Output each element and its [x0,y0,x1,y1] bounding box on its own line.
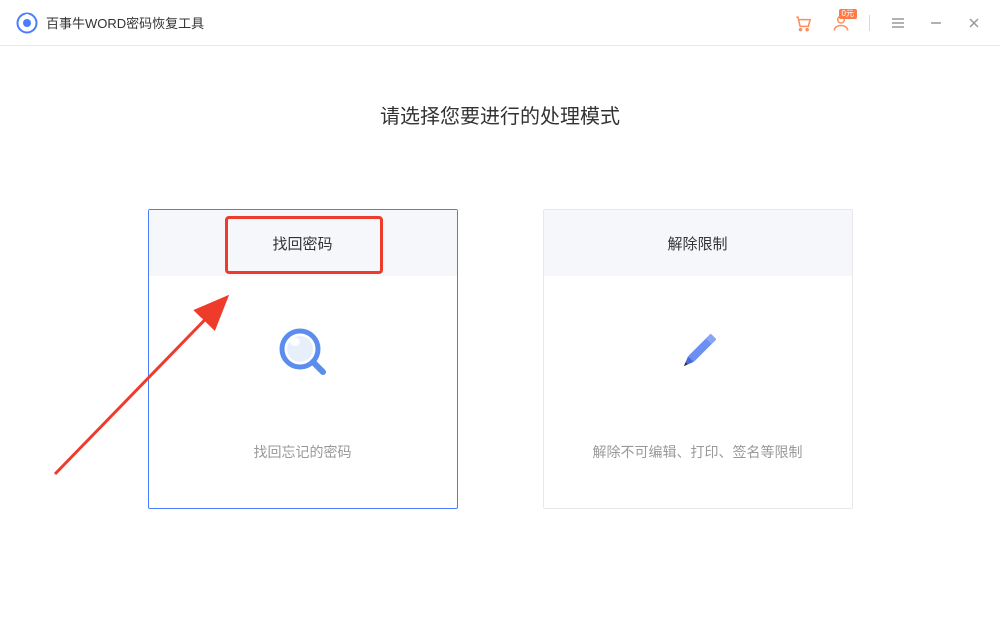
user-icon[interactable]: 0元 [831,13,851,33]
pencil-icon [668,322,728,382]
titlebar-left: 百事牛WORD密码恢复工具 [16,12,204,34]
titlebar: 百事牛WORD密码恢复工具 0元 [0,0,1000,46]
magnifier-icon [273,322,333,382]
main-content: 请选择您要进行的处理模式 找回密码 找回忘记的密码 [0,46,1000,509]
app-logo-icon [16,12,38,34]
card-unlock-desc: 解除不可编辑、打印、签名等限制 [593,442,803,462]
minimize-icon[interactable] [926,13,946,33]
menu-icon[interactable] [888,13,908,33]
card-unlock-title: 解除限制 [667,233,727,254]
cart-icon[interactable] [793,13,813,33]
divider [869,15,870,31]
page-title: 请选择您要进行的处理模式 [380,100,620,129]
card-recover-desc: 找回忘记的密码 [254,442,352,462]
user-badge: 0元 [839,9,857,19]
app-title: 百事牛WORD密码恢复工具 [46,13,204,32]
cards-container: 找回密码 找回忘记的密码 解除限制 [148,209,853,509]
close-icon[interactable] [964,13,984,33]
annotation-highlight-box [225,216,383,274]
titlebar-right: 0元 [793,13,984,33]
card-header: 找回密码 [149,210,457,276]
card-body: 解除不可编辑、打印、签名等限制 [544,276,852,508]
card-header: 解除限制 [544,210,852,276]
card-recover-password[interactable]: 找回密码 找回忘记的密码 [148,209,458,509]
card-body: 找回忘记的密码 [149,276,457,508]
card-remove-restriction[interactable]: 解除限制 解除不可编辑、打印、签名等限制 [543,209,853,509]
